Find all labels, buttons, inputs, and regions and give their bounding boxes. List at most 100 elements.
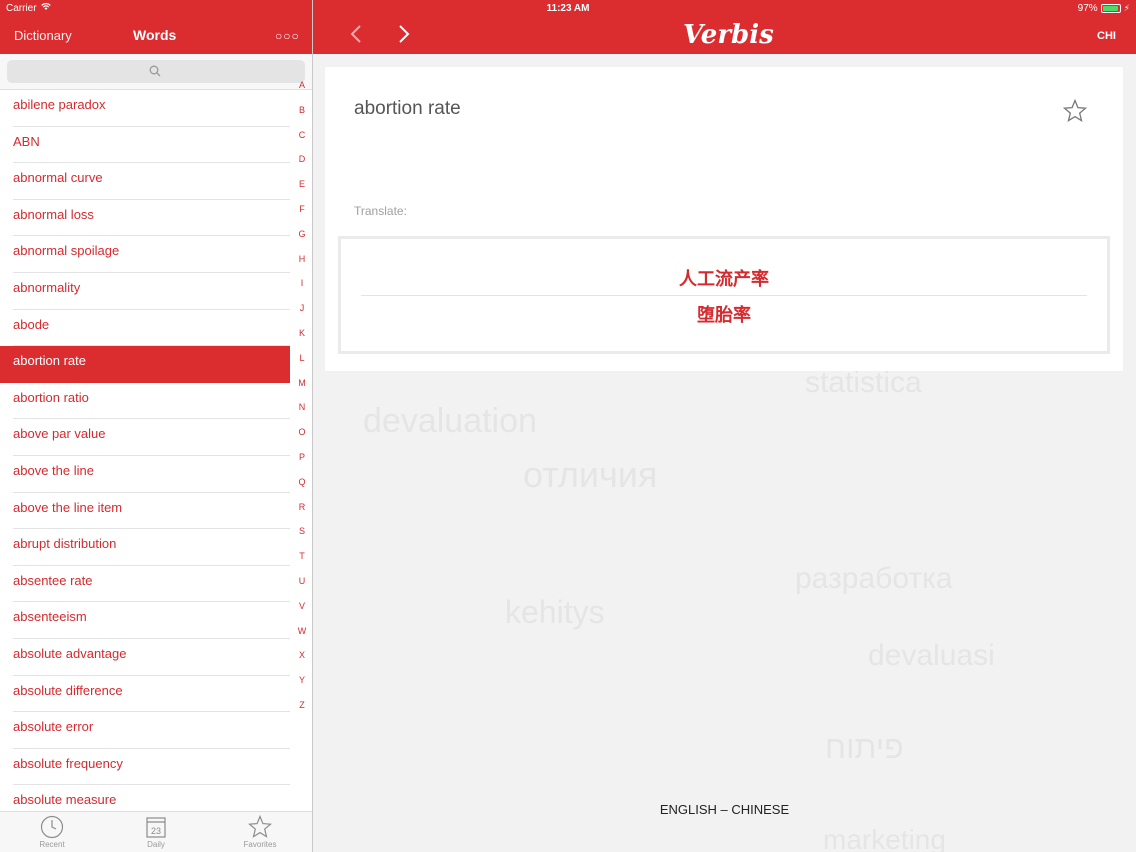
index-letter[interactable]: L: [294, 353, 310, 378]
word-list-item[interactable]: abnormal loss: [0, 200, 290, 237]
background-word: marketing: [823, 824, 946, 852]
background-word: отличия: [523, 454, 658, 495]
index-letter[interactable]: B: [294, 105, 310, 130]
word-label: ABN: [13, 133, 40, 149]
words-tab[interactable]: Words: [133, 27, 176, 43]
word-list-item[interactable]: abortion ratio: [0, 383, 290, 420]
battery-percent: 97%: [1077, 3, 1098, 14]
word-label: absolute difference: [13, 682, 123, 698]
background-word: kehitys: [505, 594, 605, 630]
word-list-item[interactable]: abilene paradox: [0, 90, 290, 127]
index-letter[interactable]: Y: [294, 675, 310, 700]
index-letter[interactable]: J: [294, 303, 310, 328]
index-letter[interactable]: V: [294, 601, 310, 626]
word-list-item[interactable]: absolute advantage: [0, 639, 290, 676]
index-letter[interactable]: Z: [294, 700, 310, 725]
word-list-item[interactable]: abrupt distribution: [0, 529, 290, 566]
word-list-item[interactable]: above the line item: [0, 493, 290, 530]
dictionary-tab[interactable]: Dictionary: [14, 28, 72, 43]
index-letter[interactable]: A: [294, 80, 310, 105]
search-input[interactable]: [7, 60, 305, 83]
word-label: abnormal spoilage: [13, 243, 120, 259]
background-word: devaluation: [363, 402, 537, 440]
language-selector[interactable]: CHI: [1097, 30, 1116, 42]
entry-term: abortion rate: [354, 98, 461, 119]
index-letter[interactable]: W: [294, 626, 310, 651]
tab-label: Daily: [147, 840, 165, 849]
index-letter[interactable]: P: [294, 452, 310, 477]
index-letter[interactable]: S: [294, 526, 310, 551]
translation-divider: [361, 295, 1087, 296]
word-list-item[interactable]: abnormality: [0, 273, 290, 310]
word-label: above par value: [13, 426, 106, 442]
translate-label: Translate:: [354, 204, 407, 218]
right-header: Verbis CHI: [313, 18, 1136, 54]
word-list-item[interactable]: ABN: [0, 127, 290, 164]
background-word: devaluasi: [868, 639, 995, 672]
back-arrow-icon[interactable]: [350, 24, 362, 50]
entry-card: abortion rate Translate: 人工流产率 堕胎率: [325, 67, 1123, 371]
index-letter[interactable]: T: [294, 551, 310, 576]
word-label: abnormal curve: [13, 170, 103, 186]
index-letter[interactable]: N: [294, 402, 310, 427]
status-bar: Carrier 11:23 AM 97% ⚡: [0, 0, 1136, 18]
word-label: absenteeism: [13, 609, 87, 625]
word-list-item[interactable]: absolute frequency: [0, 749, 290, 786]
word-label: abode: [13, 316, 50, 332]
word-list-item[interactable]: abnormal curve: [0, 163, 290, 200]
tab-bar: Recent 23 Daily Favorites: [0, 811, 312, 852]
tab-label: Recent: [39, 840, 65, 849]
word-label: absentee rate: [13, 572, 93, 588]
index-letter[interactable]: C: [294, 130, 310, 155]
word-label: absolute advantage: [13, 645, 127, 661]
word-list-item[interactable]: abortion rate: [0, 346, 290, 383]
star-icon: [248, 815, 272, 838]
word-label: above the line item: [13, 499, 123, 515]
index-letter[interactable]: U: [294, 576, 310, 601]
index-letter[interactable]: M: [294, 378, 310, 403]
battery-icon: [1100, 4, 1121, 13]
calendar-day: 23: [151, 826, 161, 836]
tab-recent[interactable]: Recent: [12, 812, 92, 849]
forward-arrow-icon[interactable]: [398, 24, 410, 50]
language-pair-label: ENGLISH – CHINESE: [659, 802, 790, 817]
tab-favorites[interactable]: Favorites: [220, 812, 300, 849]
index-letter[interactable]: D: [294, 154, 310, 179]
word-list-item[interactable]: absolute error: [0, 712, 290, 749]
index-letter[interactable]: E: [294, 179, 310, 204]
index-letter[interactable]: K: [294, 328, 310, 353]
word-list-panel: abilene paradox ABN abnormal curve abnormal…: [0, 54, 312, 852]
index-letter[interactable]: I: [294, 278, 310, 303]
index-letter[interactable]: G: [294, 229, 310, 254]
clock-icon: [40, 815, 64, 839]
app-logo: Verbis: [683, 20, 774, 50]
word-list-item[interactable]: above the line: [0, 456, 290, 493]
top-bar: Carrier 11:23 AM 97% ⚡ Dictionary Words …: [0, 0, 1136, 54]
word-label: abilene paradox: [13, 97, 106, 112]
word-label: absolute error: [13, 719, 94, 735]
word-label: abnormal loss: [13, 206, 94, 222]
word-list-item[interactable]: abnormal spoilage: [0, 236, 290, 273]
translation-box: 人工流产率 堕胎率: [338, 236, 1110, 354]
index-letter[interactable]: O: [294, 427, 310, 452]
index-letter[interactable]: R: [294, 502, 310, 527]
tab-daily[interactable]: 23 Daily: [116, 812, 196, 849]
index-letter[interactable]: Q: [294, 477, 310, 502]
tab-label: Favorites: [243, 840, 277, 849]
word-list-item[interactable]: absenteeism: [0, 602, 290, 639]
alphabet-index[interactable]: ABCDEFGHIJKLMNOPQRSTUVWXYZ: [294, 80, 310, 725]
word-list-item[interactable]: absentee rate: [0, 566, 290, 603]
word-list-item[interactable]: abode: [0, 310, 290, 347]
background-word: разработка: [795, 562, 953, 595]
more-options-icon[interactable]: ○○○: [275, 29, 300, 43]
word-list-item[interactable]: above par value: [0, 419, 290, 456]
left-header: Dictionary Words ○○○: [0, 18, 312, 54]
index-letter[interactable]: H: [294, 254, 310, 279]
index-letter[interactable]: X: [294, 650, 310, 675]
word-list-item[interactable]: absolute difference: [0, 676, 290, 713]
word-label: above the line: [13, 462, 94, 478]
background-word: statistica: [805, 366, 922, 399]
favorite-star-icon[interactable]: [1063, 99, 1087, 123]
index-letter[interactable]: F: [294, 204, 310, 229]
background-word: פיתוח: [825, 729, 904, 765]
